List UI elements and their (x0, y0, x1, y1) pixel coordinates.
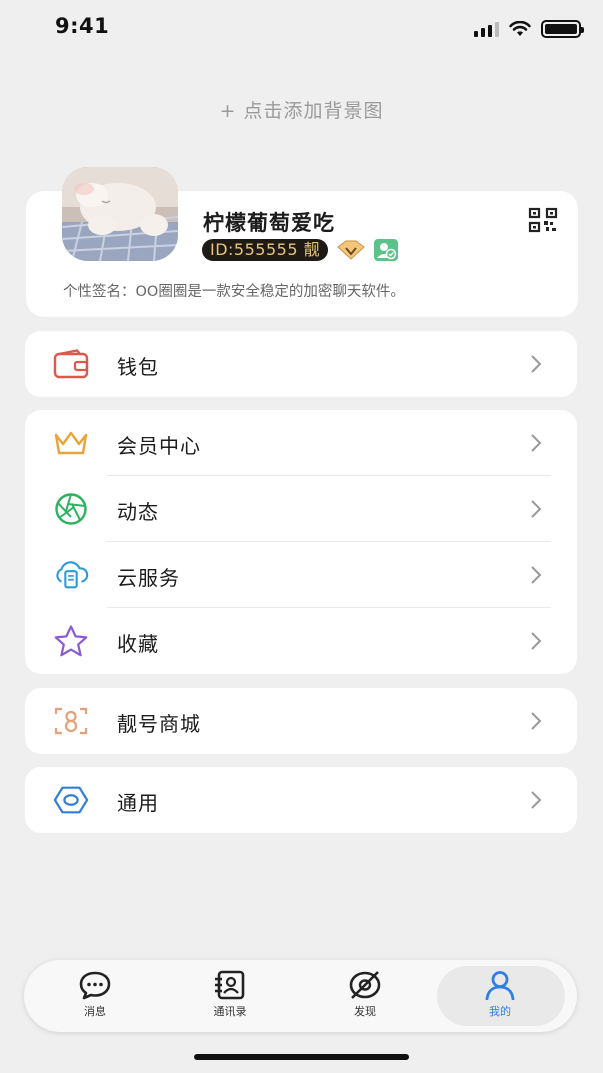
id-badge[interactable]: ID:555555 靓 (202, 239, 329, 261)
chat-bubble-icon (79, 971, 111, 1000)
tab-label: 通讯录 (213, 1005, 247, 1018)
nickname: 柠檬葡萄爱吃 (203, 211, 335, 235)
wallet-card: 钱包 (25, 331, 577, 397)
status-bar: 9:41 (0, 0, 603, 60)
home-indicator[interactable] (194, 1054, 409, 1060)
menu-item-label: 钱包 (117, 355, 159, 379)
menu-item-cloud-service[interactable]: 云服务 (25, 542, 577, 608)
menu-item-member-center[interactable]: 会员中心 (25, 410, 577, 476)
main-menu-card: 会员中心 动态 云服务 收藏 (25, 410, 577, 674)
tab-bar: 消息 通讯录 发现 我的 (24, 960, 577, 1032)
menu-item-wallet[interactable]: 钱包 (25, 331, 577, 397)
chevron-right-icon (531, 566, 542, 584)
vip-diamond-icon[interactable] (336, 239, 366, 261)
battery-icon (541, 20, 584, 38)
chevron-right-icon (531, 434, 542, 452)
menu-item-general[interactable]: 通用 (25, 767, 577, 833)
crown-icon (53, 427, 89, 459)
qr-code-icon[interactable] (528, 207, 558, 233)
tab-me[interactable]: 我的 (440, 960, 560, 1032)
menu-item-label: 会员中心 (117, 434, 201, 458)
chevron-right-icon (531, 500, 542, 518)
add-background-button[interactable]: + 点击添加背景图 (0, 96, 603, 123)
menu-item-favorites[interactable]: 收藏 (25, 608, 577, 674)
avatar[interactable] (62, 167, 178, 261)
tab-discover[interactable]: 发现 (305, 960, 425, 1032)
wallet-icon (53, 348, 89, 380)
tab-label: 发现 (354, 1005, 376, 1018)
status-time: 9:41 (55, 14, 110, 38)
wifi-icon (509, 21, 531, 36)
menu-item-label: 通用 (117, 791, 159, 815)
menu-item-moments[interactable]: 动态 (25, 476, 577, 542)
tab-messages[interactable]: 消息 (35, 960, 155, 1032)
menu-item-label: 靓号商城 (117, 712, 201, 736)
menu-item-label: 云服务 (117, 566, 180, 590)
menu-item-premium-id-mall[interactable]: 靓号商城 (25, 688, 577, 754)
user-profile-icon (485, 971, 515, 1000)
status-icons (474, 20, 584, 38)
menu-item-label: 动态 (117, 500, 159, 524)
moments-aperture-icon (53, 493, 89, 525)
contacts-book-icon (215, 970, 245, 1000)
chevron-right-icon (531, 355, 542, 373)
tab-contacts[interactable]: 通讯录 (170, 960, 290, 1032)
chevron-right-icon (531, 791, 542, 809)
chevron-right-icon (531, 712, 542, 730)
signature-text: 个性签名：OO圈圈是一款安全稳定的加密聊天软件。 (63, 284, 405, 300)
signal-icon (474, 21, 499, 37)
tab-label: 消息 (84, 1005, 106, 1018)
chevron-right-icon (531, 632, 542, 650)
mall-card: 靓号商城 (25, 688, 577, 754)
discover-eye-icon (349, 971, 381, 999)
settings-hexagon-icon (53, 784, 89, 816)
id-row: ID:555555 靓 (202, 239, 399, 261)
star-icon (53, 625, 89, 657)
general-card: 通用 (25, 767, 577, 833)
premium-number-icon (53, 705, 89, 737)
menu-item-label: 收藏 (117, 632, 159, 656)
cloud-service-icon (53, 559, 89, 591)
tab-label: 我的 (489, 1005, 511, 1018)
verified-user-icon[interactable] (374, 239, 399, 261)
